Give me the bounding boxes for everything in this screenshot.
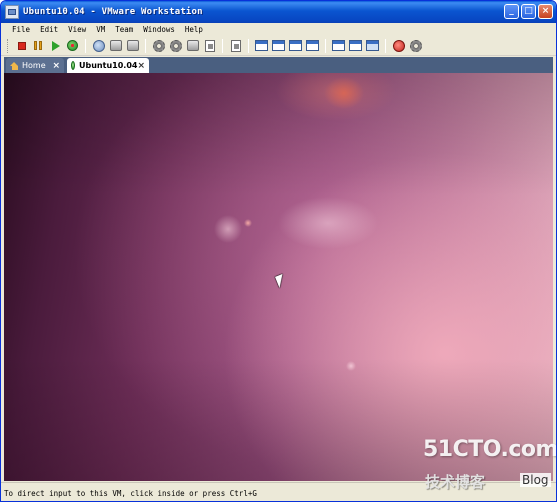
toolbar — [1, 36, 556, 56]
watermark-logo: 51CTO.com 技术博客 Blog — [423, 437, 556, 497]
toolbar-grip[interactable] — [7, 38, 10, 53]
toolbar-separator — [248, 38, 249, 53]
summary-view-icon[interactable] — [272, 39, 286, 53]
team-icon[interactable] — [306, 39, 320, 53]
console-view-icon[interactable] — [289, 39, 303, 53]
toolbar-separator — [385, 38, 386, 53]
tab-ubuntu[interactable]: Ubuntu10.04 × — [67, 58, 149, 73]
menu-team[interactable]: Team — [110, 24, 138, 36]
quick-switch-icon[interactable] — [203, 39, 217, 53]
tab-label: Home — [22, 61, 46, 70]
home-icon — [10, 61, 19, 70]
tools-icon[interactable] — [409, 39, 423, 53]
minimize-button[interactable]: _ — [504, 4, 519, 19]
mouse-cursor-icon — [275, 273, 287, 289]
fit-guest-icon[interactable] — [332, 39, 346, 53]
menu-file[interactable]: File — [7, 24, 35, 36]
full-screen-icon[interactable] — [229, 39, 243, 53]
unity-icon[interactable] — [255, 39, 269, 53]
maximize-button[interactable]: □ — [521, 4, 536, 19]
power-on-icon[interactable] — [49, 39, 63, 53]
close-button[interactable]: × — [538, 4, 553, 19]
toolbar-separator — [85, 38, 86, 53]
vm-running-icon — [71, 61, 76, 70]
snapshot-icon[interactable] — [92, 39, 106, 53]
reset-icon[interactable] — [66, 39, 80, 53]
menu-windows[interactable]: Windows — [138, 24, 180, 36]
window-controls: _ □ × — [504, 4, 553, 19]
console-icon[interactable] — [169, 39, 183, 53]
status-text: To direct input to this VM, click inside… — [4, 488, 257, 498]
stretch-guest-icon[interactable] — [349, 39, 363, 53]
menu-vm[interactable]: VM — [91, 24, 110, 36]
tab-home[interactable]: Home × — [6, 58, 64, 73]
power-off-icon[interactable] — [15, 39, 29, 53]
tab-close-icon[interactable]: × — [52, 61, 60, 71]
toolbar-separator — [145, 38, 146, 53]
selected-view-icon[interactable] — [366, 39, 380, 53]
menu-help[interactable]: Help — [180, 24, 208, 36]
window-title: Ubuntu10.04 - VMware Workstation — [23, 7, 203, 17]
menu-view[interactable]: View — [63, 24, 91, 36]
vm-display[interactable] — [4, 73, 553, 481]
menu-bar: File Edit View VM Team Windows Help — [1, 23, 556, 36]
revert-snapshot-icon[interactable] — [109, 39, 123, 53]
power-options-icon[interactable] — [392, 39, 406, 53]
toolbar-separator — [325, 38, 326, 53]
watermark-main: 51CTO.com — [423, 437, 557, 462]
toolbar-separator — [222, 38, 223, 53]
watermark-blog: Blog — [520, 473, 551, 487]
settings-icon[interactable] — [152, 39, 166, 53]
snapshot-manager-icon[interactable] — [126, 39, 140, 53]
menu-edit[interactable]: Edit — [35, 24, 63, 36]
tab-bar: Home × Ubuntu10.04 × — [4, 57, 553, 73]
title-bar[interactable]: Ubuntu10.04 - VMware Workstation _ □ × — [1, 1, 556, 23]
suspend-icon[interactable] — [32, 39, 46, 53]
vmware-app-icon — [5, 5, 19, 19]
watermark-sub: 技术博客 — [425, 473, 486, 491]
tab-close-icon[interactable]: × — [137, 61, 145, 71]
vmware-window: Ubuntu10.04 - VMware Workstation _ □ × F… — [0, 0, 557, 502]
clone-icon[interactable] — [186, 39, 200, 53]
tab-label: Ubuntu10.04 — [79, 61, 138, 70]
